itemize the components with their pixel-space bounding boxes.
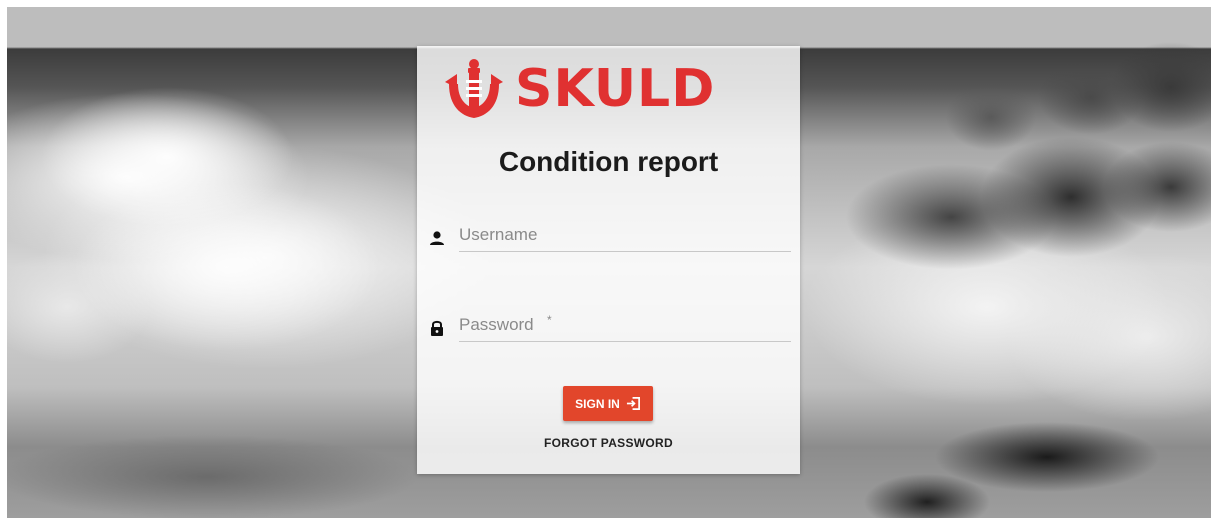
password-input[interactable] bbox=[459, 309, 791, 342]
sign-in-button[interactable]: SIGN IN bbox=[563, 386, 653, 421]
required-mark: * bbox=[547, 313, 552, 327]
anchor-shield-icon bbox=[445, 59, 503, 118]
person-icon bbox=[430, 231, 444, 245]
sign-in-icon bbox=[626, 397, 640, 410]
wave-foam bbox=[7, 67, 437, 397]
password-field: * bbox=[429, 309, 791, 343]
rocks bbox=[791, 37, 1211, 287]
page-title: Condition report bbox=[498, 146, 719, 177]
lock-icon bbox=[431, 320, 443, 336]
brand-logo: SKULD bbox=[445, 54, 775, 124]
sign-in-label: SIGN IN bbox=[575, 396, 620, 411]
forgot-password-link[interactable]: FORGOT PASSWORD bbox=[417, 436, 800, 450]
brand-name: SKULD bbox=[515, 59, 716, 119]
username-field bbox=[429, 219, 791, 253]
login-card: SKULD Condition report * SIGN IN FORGOT … bbox=[417, 46, 800, 474]
username-input[interactable] bbox=[459, 219, 791, 252]
